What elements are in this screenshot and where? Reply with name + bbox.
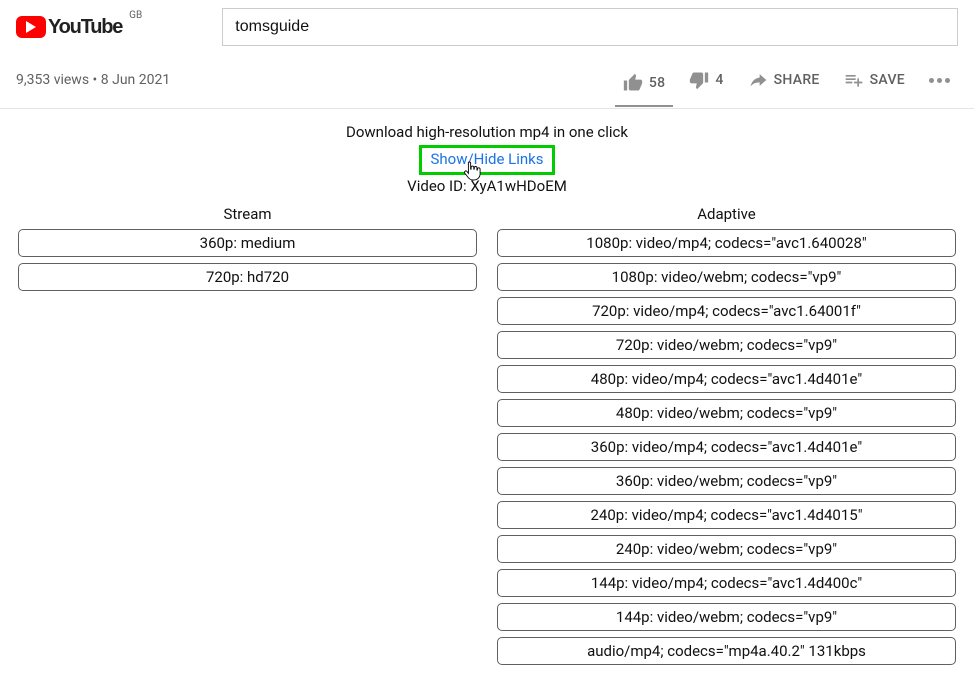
download-link-pill[interactable]: 144p: video/webm; codecs="vp9" <box>497 603 956 631</box>
video-id-row: Video ID: XyA1wHDoEM <box>0 177 974 195</box>
stream-column: Stream 360p: medium 720p: hd720 <box>18 205 477 671</box>
download-link-pill[interactable]: 360p: video/webm; codecs="vp9" <box>497 467 956 495</box>
youtube-logo[interactable]: YouTube GB <box>16 16 122 39</box>
country-code: GB <box>129 10 142 21</box>
more-button[interactable] <box>921 70 958 91</box>
video-id-value: XyA1wHDoEM <box>470 177 566 195</box>
download-link-pill[interactable]: 720p: video/mp4; codecs="avc1.64001f" <box>497 297 956 325</box>
play-icon <box>16 16 46 38</box>
download-columns: Stream 360p: medium 720p: hd720 Adaptive … <box>0 199 974 691</box>
download-link-pill[interactable]: 480p: video/mp4; codecs="avc1.4d401e" <box>497 365 956 393</box>
download-link-pill[interactable]: 1080p: video/webm; codecs="vp9" <box>497 263 956 291</box>
save-label: SAVE <box>870 72 905 88</box>
views-date: 9,353 views • 8 Jun 2021 <box>16 72 170 88</box>
share-label: SHARE <box>774 72 820 88</box>
dot-icon <box>945 78 950 83</box>
like-button[interactable]: 58 <box>615 65 674 107</box>
page-header: YouTube GB title <box>0 0 974 50</box>
adaptive-header: Adaptive <box>497 205 956 223</box>
like-count: 58 <box>649 75 666 91</box>
stream-list: 360p: medium 720p: hd720 <box>18 229 477 291</box>
download-link-pill[interactable]: 1080p: video/mp4; codecs="avc1.640028" <box>497 229 956 257</box>
download-link-pill[interactable]: 720p: hd720 <box>18 263 477 291</box>
adaptive-column: Adaptive 1080p: video/mp4; codecs="avc1.… <box>497 205 956 671</box>
publish-date: 8 Jun 2021 <box>101 72 170 88</box>
logo-text: YouTube <box>48 16 122 39</box>
download-section: Download high-resolution mp4 in one clic… <box>0 109 974 199</box>
download-link-pill[interactable]: 240p: video/mp4; codecs="avc1.4d4015" <box>497 501 956 529</box>
search-input[interactable] <box>222 8 958 46</box>
dislike-button[interactable]: 4 <box>681 62 731 98</box>
thumb-down-icon <box>689 70 709 90</box>
view-count: 9,353 views <box>16 72 89 88</box>
download-link-pill[interactable]: 360p: video/mp4; codecs="avc1.4d401e" <box>497 433 956 461</box>
save-button[interactable]: SAVE <box>836 62 913 98</box>
thumb-up-icon <box>623 73 643 93</box>
download-link-pill[interactable]: 144p: video/mp4; codecs="avc1.4d400c" <box>497 569 956 597</box>
playlist-add-icon <box>844 70 864 90</box>
download-link-pill[interactable]: 720p: video/webm; codecs="vp9" <box>497 331 956 359</box>
video-meta-row: 9,353 views • 8 Jun 2021 58 4 SHARE SAVE <box>0 50 974 109</box>
download-heading: Download high-resolution mp4 in one clic… <box>0 123 974 141</box>
dislike-count: 4 <box>715 72 723 88</box>
download-link-pill[interactable]: 480p: video/webm; codecs="vp9" <box>497 399 956 427</box>
share-button[interactable]: SHARE <box>740 62 828 98</box>
download-link-pill[interactable]: 360p: medium <box>18 229 477 257</box>
toggle-links-button[interactable]: Show/Hide Links <box>419 145 554 175</box>
share-icon <box>748 70 768 90</box>
download-link-pill[interactable]: 240p: video/webm; codecs="vp9" <box>497 535 956 563</box>
video-id-label: Video ID: <box>407 177 466 195</box>
search-container <box>222 8 958 46</box>
adaptive-list: 1080p: video/mp4; codecs="avc1.640028" 10… <box>497 229 956 665</box>
action-bar: 58 4 SHARE SAVE <box>615 62 958 98</box>
dot-icon <box>937 78 942 83</box>
download-link-pill[interactable]: audio/mp4; codecs="mp4a.40.2" 131kbps <box>497 637 956 665</box>
stream-header: Stream <box>18 205 477 223</box>
dot-icon <box>929 78 934 83</box>
